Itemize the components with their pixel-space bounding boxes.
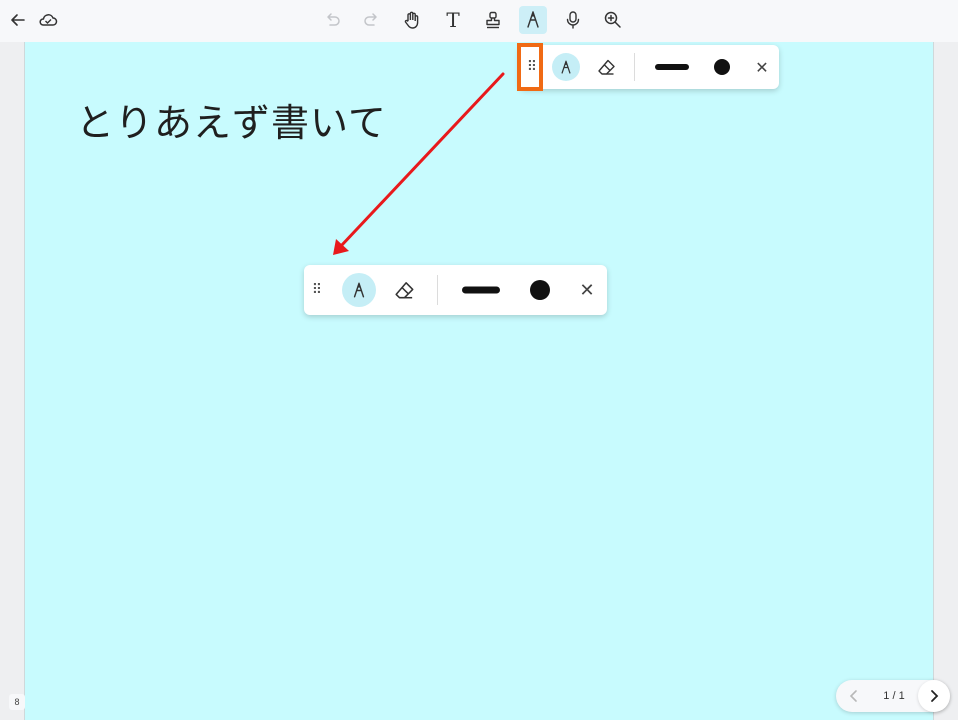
toolbar-divider xyxy=(437,275,438,305)
microphone-icon[interactable] xyxy=(559,6,587,34)
hand-icon[interactable] xyxy=(398,6,426,34)
undo-icon[interactable] xyxy=(318,6,346,34)
toolbar-divider xyxy=(634,53,635,81)
page-count-label: 1 / 1 xyxy=(883,690,905,702)
pen-tool-button[interactable] xyxy=(552,53,580,81)
eraser-icon[interactable] xyxy=(592,52,622,82)
back-arrow-icon[interactable] xyxy=(4,6,32,34)
next-page-icon[interactable] xyxy=(918,680,950,712)
pen-toolbar-moved: ⠿ ✕ xyxy=(304,265,607,315)
previous-page-icon[interactable] xyxy=(838,680,870,712)
handwritten-text: とりあえず書いて xyxy=(76,101,387,145)
redo-icon[interactable] xyxy=(358,6,386,34)
stroke-width-button[interactable] xyxy=(655,64,689,70)
cloud-sync-icon[interactable] xyxy=(34,6,62,34)
close-icon[interactable]: ✕ xyxy=(751,56,773,78)
page-navigator: 1 / 1 xyxy=(836,680,950,712)
stroke-width-button[interactable] xyxy=(462,286,500,294)
pen-tool-button[interactable] xyxy=(342,273,376,307)
top-toolbar: T xyxy=(0,0,958,42)
text-icon[interactable]: T xyxy=(439,6,467,34)
page-number-badge: 8 xyxy=(9,694,25,710)
stamp-icon[interactable] xyxy=(479,6,507,34)
stroke-color-button[interactable] xyxy=(530,280,550,300)
pen-toolbar-original: ⠿ ✕ xyxy=(519,45,779,89)
drag-handle-icon[interactable]: ⠿ xyxy=(310,278,324,302)
close-icon[interactable]: ✕ xyxy=(576,279,598,301)
zoom-in-icon[interactable] xyxy=(599,6,627,34)
eraser-icon[interactable] xyxy=(390,275,420,305)
pen-icon[interactable] xyxy=(519,6,547,34)
stroke-color-button[interactable] xyxy=(714,59,730,75)
drag-handle-icon[interactable]: ⠿ xyxy=(525,55,539,79)
